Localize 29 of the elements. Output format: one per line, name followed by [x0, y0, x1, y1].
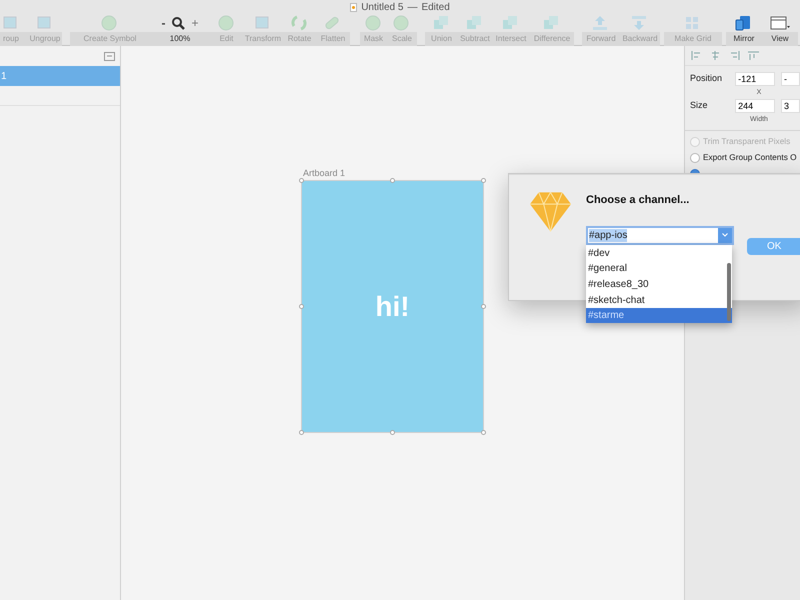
number-field[interactable]: 244: [735, 99, 775, 113]
number-field[interactable]: -: [780, 72, 800, 86]
dropdown-option[interactable]: #release8_30: [586, 276, 732, 292]
artboard-text: hi!: [375, 290, 410, 324]
zoom-level: 100%: [150, 32, 210, 46]
number-field[interactable]: -121: [735, 72, 775, 86]
toolbar-button-label[interactable]: Mirror: [726, 32, 762, 46]
zoom-out-button[interactable]: -: [161, 16, 166, 30]
document-status: Edited: [421, 0, 450, 14]
field-label: Size: [690, 99, 709, 112]
toolbar-button-label[interactable]: View: [762, 32, 798, 46]
zoom-in-button[interactable]: +: [191, 16, 198, 30]
artboard-name: Artboard 1: [303, 167, 346, 180]
number-field[interactable]: 3: [780, 99, 800, 113]
channel-combo-box[interactable]: #app-ios: [586, 226, 734, 244]
combo-value: #app-ios: [589, 228, 628, 242]
ok-button[interactable]: OK: [747, 238, 800, 254]
artboard[interactable]: hi!: [301, 180, 484, 433]
dropdown-option[interactable]: #dev: [586, 246, 732, 262]
dialog-title: Choose a channel...: [586, 193, 690, 208]
dropdown-option[interactable]: #general: [586, 261, 732, 277]
dropdown-option[interactable]: #sketch-chat: [586, 292, 732, 308]
title-separator: —: [407, 0, 418, 14]
layer-row[interactable]: 1: [0, 66, 120, 86]
dropdown-option[interactable]: #starme: [586, 308, 732, 324]
window-title: Untitled 5: [361, 0, 404, 14]
checkbox-label: Trim Transparent Pixels: [703, 135, 790, 148]
field-label: Position: [690, 72, 724, 86]
checkbox-label: Export Group Contents O: [703, 151, 797, 164]
